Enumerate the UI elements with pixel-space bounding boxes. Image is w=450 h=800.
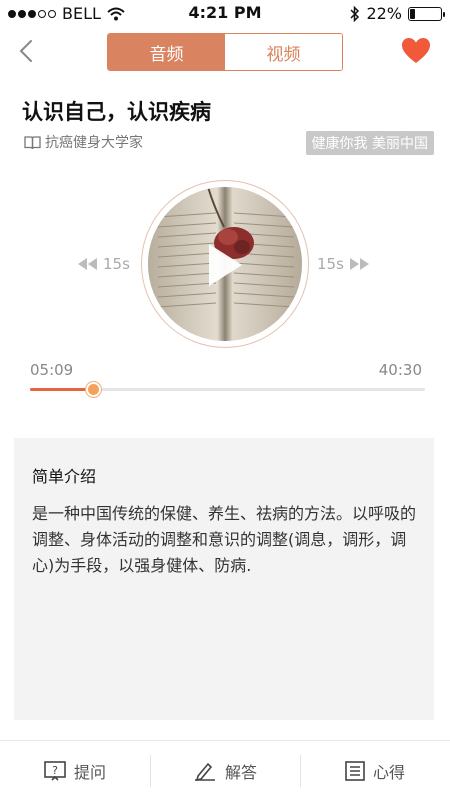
intro-title: 简单介绍 — [32, 467, 97, 486]
pencil-icon — [194, 762, 215, 781]
notes-icon — [345, 760, 365, 781]
play-button[interactable] — [205, 241, 245, 289]
bluetooth-icon — [350, 5, 360, 22]
skip-forward-label: 15s — [317, 255, 344, 273]
answer-label: 解答 — [224, 762, 257, 782]
battery-percent: 22% — [366, 4, 402, 23]
source-info: 抗癌健身大学家 — [24, 132, 143, 152]
notes-button[interactable]: 心得 — [300, 741, 450, 800]
book-icon — [24, 135, 41, 149]
audio-player: 15s 15s — [0, 175, 450, 355]
rewind-icon — [78, 258, 97, 270]
status-right: 22% — [350, 4, 445, 23]
play-icon — [209, 244, 242, 286]
battery-icon — [408, 6, 445, 21]
page-title: 认识自己，认识疾病 — [22, 100, 211, 124]
heart-icon — [402, 38, 430, 63]
status-bar: BELL 4:21 PM 22% — [0, 0, 450, 28]
skip-back-button[interactable]: 15s — [77, 255, 130, 273]
skip-forward-button[interactable]: 15s — [317, 255, 370, 273]
category-tag: 健康你我 美丽中国 — [305, 131, 434, 155]
current-time: 05:09 — [30, 361, 74, 379]
skip-back-label: 15s — [103, 255, 130, 273]
progress-fill — [30, 388, 94, 391]
intro-body: 是一种中国传统的保健、养生、祛病的方法。以呼吸的调整、身体活动的调整和意识的调整… — [32, 504, 417, 575]
question-icon: ? — [44, 760, 66, 781]
intro-card: 简单介绍 是一种中国传统的保健、养生、祛病的方法。以呼吸的调整、身体活动的调整和… — [14, 438, 434, 720]
source-name: 抗癌健身大学家 — [45, 135, 143, 151]
svg-text:?: ? — [52, 764, 58, 777]
tab-video[interactable]: 视频 — [225, 34, 342, 70]
answer-button[interactable]: 解答 — [150, 741, 300, 800]
favorite-button[interactable] — [402, 38, 430, 64]
tab-audio[interactable]: 音频 — [108, 34, 225, 70]
battery-level — [410, 8, 416, 19]
chevron-left-icon — [19, 40, 32, 62]
progress-thumb[interactable] — [86, 382, 102, 397]
media-type-switch: 音频 视频 — [107, 33, 343, 71]
ask-label: 提问 — [73, 762, 106, 782]
bottom-toolbar: ? 提问 解答 心得 — [0, 740, 450, 800]
total-time: 40:30 — [378, 361, 422, 379]
nav-bar: 音频 视频 — [0, 28, 450, 76]
progress-track[interactable] — [30, 382, 425, 397]
fast-forward-icon — [349, 258, 369, 270]
notes-label: 心得 — [372, 762, 405, 782]
back-button[interactable] — [14, 36, 42, 66]
ask-button[interactable]: ? 提问 — [0, 741, 150, 800]
